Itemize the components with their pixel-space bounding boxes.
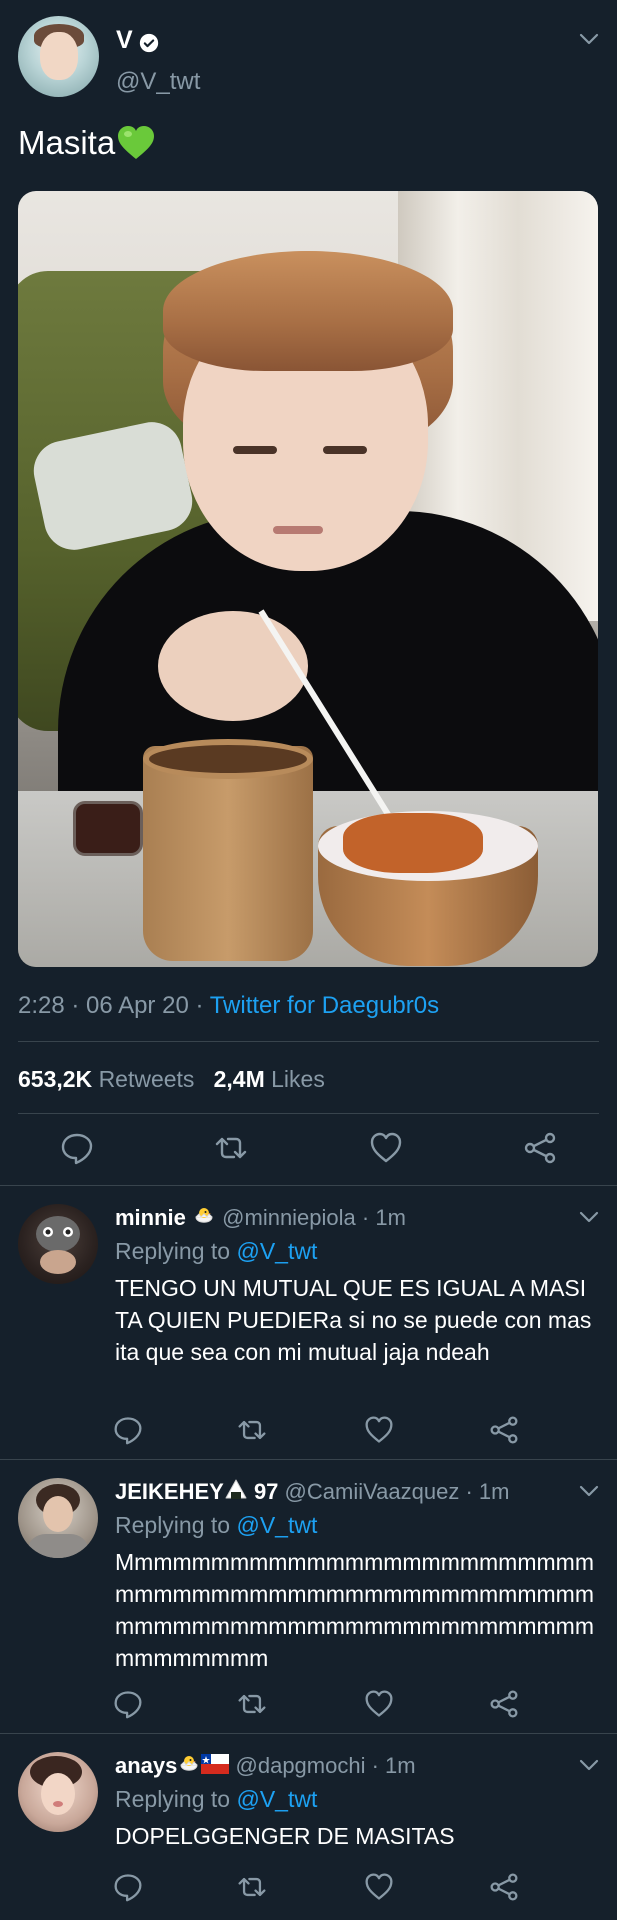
rice-ball-emoji-icon xyxy=(224,1478,248,1508)
replying-to: Replying to @V_twt xyxy=(115,1512,317,1539)
reply-display-name-suffix[interactable]: 97 xyxy=(248,1479,278,1504)
retweet-icon[interactable] xyxy=(237,1689,267,1719)
avatar[interactable] xyxy=(18,1204,98,1284)
replying-label: Replying to xyxy=(115,1786,231,1812)
tweet-timestamp: 2:28 · 06 Apr 20 · xyxy=(18,992,210,1019)
avatar[interactable] xyxy=(18,1478,98,1558)
tweet-text: Masita xyxy=(18,124,116,161)
reply-icon[interactable] xyxy=(113,1415,143,1445)
reply-time: · 1m xyxy=(361,1204,406,1230)
retweet-icon[interactable] xyxy=(214,1131,248,1165)
replying-to: Replying to @V_twt xyxy=(115,1238,317,1265)
chevron-down-icon[interactable] xyxy=(579,32,599,45)
share-icon[interactable] xyxy=(489,1415,519,1445)
retweets-count[interactable]: 653,2K xyxy=(18,1066,92,1092)
share-icon[interactable] xyxy=(489,1689,519,1719)
reply-actions xyxy=(0,1872,617,1912)
reply-icon[interactable] xyxy=(113,1689,143,1719)
reply-header: minnie @minniepiola · 1m xyxy=(115,1204,406,1234)
likes-label[interactable]: Likes xyxy=(271,1066,325,1092)
reply-handle[interactable]: @minniepiola xyxy=(222,1205,356,1230)
author-display-name[interactable]: V xyxy=(116,26,133,55)
reply-display-name[interactable]: anays xyxy=(115,1753,177,1778)
green-heart-emoji-icon xyxy=(117,125,155,161)
reply-actions xyxy=(0,1415,617,1455)
reply-handle[interactable]: @dapgmochi xyxy=(236,1753,366,1778)
divider xyxy=(18,1113,599,1114)
share-icon[interactable] xyxy=(489,1872,519,1902)
reply-header: anays @dapgmochi · 1m xyxy=(115,1752,416,1782)
reply-tweet[interactable]: minnie @minniepiola · 1m Replying to @V_… xyxy=(0,1186,617,1459)
tweet-text-row: Masita xyxy=(18,124,155,162)
reply-header: JEIKEHEY 97 @CamiiVaazquez · 1m xyxy=(115,1478,509,1508)
verified-badge-icon xyxy=(139,31,159,52)
reply-icon[interactable] xyxy=(113,1872,143,1902)
baby-chick-emoji-icon xyxy=(192,1204,216,1234)
reply-tweet[interactable]: JEIKEHEY 97 @CamiiVaazquez · 1m Replying… xyxy=(0,1460,617,1733)
likes-count[interactable]: 2,4M xyxy=(214,1066,265,1092)
chevron-down-icon[interactable] xyxy=(579,1758,599,1771)
tweet-photo[interactable] xyxy=(18,191,598,967)
retweet-icon[interactable] xyxy=(237,1415,267,1445)
replying-to-link[interactable]: @V_twt xyxy=(236,1512,317,1538)
avatar[interactable] xyxy=(18,1752,98,1832)
like-icon[interactable] xyxy=(369,1131,403,1165)
retweets-label[interactable]: Retweets xyxy=(99,1066,195,1092)
reply-display-name[interactable]: minnie xyxy=(115,1205,186,1230)
reply-display-name[interactable]: JEIKEHEY xyxy=(115,1479,224,1504)
tweet-stats: 653,2K Retweets 2,4M Likes xyxy=(18,1066,325,1093)
like-icon[interactable] xyxy=(364,1689,394,1719)
replying-to-link[interactable]: @V_twt xyxy=(236,1786,317,1812)
main-tweet: V @V_twt Masita 2:28 · 06 Apr 20 · Twitt… xyxy=(0,0,617,1185)
reply-time: · 1m xyxy=(465,1478,510,1504)
author-name-row[interactable]: V xyxy=(116,26,159,55)
chevron-down-icon[interactable] xyxy=(579,1484,599,1497)
tweet-meta: 2:28 · 06 Apr 20 · Twitter for Daegubr0s xyxy=(18,992,439,1020)
like-icon[interactable] xyxy=(364,1872,394,1902)
reply-handle[interactable]: @CamiiVaazquez xyxy=(285,1479,460,1504)
author-avatar[interactable] xyxy=(18,16,99,97)
author-handle[interactable]: @V_twt xyxy=(116,68,200,96)
chile-flag-icon xyxy=(201,1754,230,1780)
tweet-actions xyxy=(0,1131,617,1171)
baby-chick-emoji-icon xyxy=(177,1752,201,1782)
tweet-source-link[interactable]: Twitter for Daegubr0s xyxy=(210,992,439,1019)
reply-icon[interactable] xyxy=(60,1131,94,1165)
share-icon[interactable] xyxy=(523,1131,557,1165)
reply-text: TENGO UN MUTUAL QUE ES IGUAL A MASITA QU… xyxy=(115,1275,592,1365)
reply-actions xyxy=(0,1689,617,1729)
reply-text: Mmmmmmmmmmmmmmmmmmmmmmmmmmmmmmmmmmmmmmmm… xyxy=(115,1549,594,1671)
reply-time: · 1m xyxy=(371,1752,416,1778)
retweet-icon[interactable] xyxy=(237,1872,267,1902)
like-icon[interactable] xyxy=(364,1415,394,1445)
chevron-down-icon[interactable] xyxy=(579,1210,599,1223)
replying-label: Replying to xyxy=(115,1512,231,1538)
reply-tweet[interactable]: anays @dapgmochi · 1m Replying to @V_twt… xyxy=(0,1734,617,1920)
replying-label: Replying to xyxy=(115,1238,231,1264)
replying-to-link[interactable]: @V_twt xyxy=(236,1238,317,1264)
divider xyxy=(18,1041,599,1042)
replying-to: Replying to @V_twt xyxy=(115,1786,317,1813)
reply-text: DOPELGGENGER DE MASITAS xyxy=(115,1823,455,1849)
